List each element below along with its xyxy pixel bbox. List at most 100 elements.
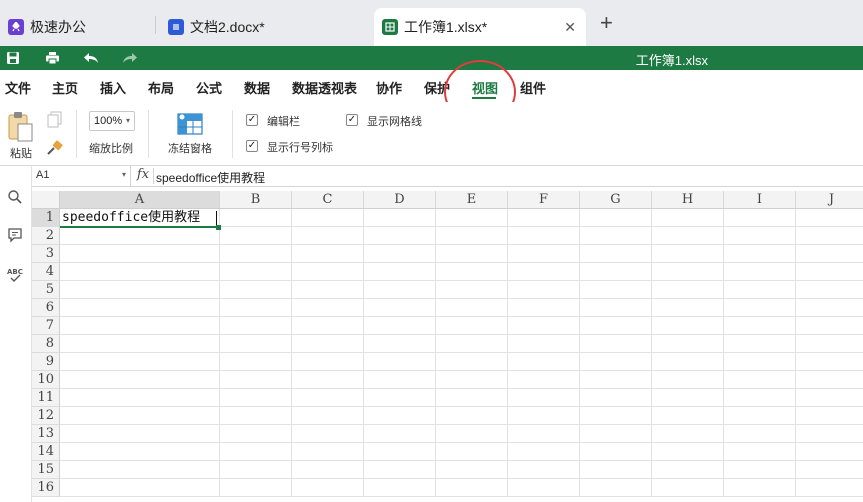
row-header-16[interactable]: 16: [32, 479, 60, 497]
grid-row-line: [60, 478, 863, 479]
row-header-10[interactable]: 10: [32, 371, 60, 389]
tab-divider: [155, 16, 156, 34]
search-icon[interactable]: [4, 186, 26, 208]
column-header-g[interactable]: G: [580, 191, 652, 209]
ribbon-divider: [76, 110, 77, 158]
selected-cell-border: [60, 209, 220, 228]
menu-home[interactable]: 主页: [52, 78, 78, 97]
tab-document[interactable]: 文档2.docx*: [160, 8, 370, 46]
grid-row-line: [60, 370, 863, 371]
row-header-5[interactable]: 5: [32, 281, 60, 299]
name-box-value: A1: [36, 169, 50, 181]
grid-row-line: [60, 334, 863, 335]
ribbon-divider: [232, 110, 233, 158]
zoom-select[interactable]: 100% ▾: [89, 111, 135, 131]
menu-components[interactable]: 组件: [520, 78, 546, 97]
column-header-d[interactable]: D: [364, 191, 436, 209]
menu-insert[interactable]: 插入: [100, 78, 126, 97]
spellcheck-icon[interactable]: ABC: [4, 264, 26, 286]
column-header-b[interactable]: B: [220, 191, 292, 209]
redo-icon[interactable]: [121, 49, 139, 67]
freeze-panes-icon[interactable]: [176, 112, 204, 136]
column-header-h[interactable]: H: [652, 191, 724, 209]
column-header-c[interactable]: C: [292, 191, 364, 209]
side-panel: ABC: [0, 166, 32, 502]
menu-file[interactable]: 文件: [5, 78, 31, 97]
menu-layout[interactable]: 布局: [148, 78, 174, 97]
text-cursor: [216, 211, 217, 226]
title-bar: 工作簿1.xlsx: [0, 46, 863, 70]
grid-column-line: [219, 209, 220, 497]
headings-label: 显示行号列标: [267, 142, 333, 154]
row-header-12[interactable]: 12: [32, 407, 60, 425]
headings-checkbox[interactable]: ✓: [246, 140, 258, 152]
save-icon[interactable]: [4, 49, 22, 67]
grid-row-line: [60, 280, 863, 281]
grid-column-line: [435, 209, 436, 497]
tab-workbook[interactable]: 工作簿1.xlsx* ✕: [374, 8, 586, 46]
row-header-14[interactable]: 14: [32, 443, 60, 461]
row-header-15[interactable]: 15: [32, 461, 60, 479]
menu-data[interactable]: 数据: [244, 78, 270, 97]
grid-column-line: [363, 209, 364, 497]
function-icon[interactable]: fx: [133, 167, 153, 185]
spreadsheet-icon: [382, 19, 398, 35]
row-header-4[interactable]: 4: [32, 263, 60, 281]
row-header-6[interactable]: 6: [32, 299, 60, 317]
grid-column-line: [507, 209, 508, 497]
print-icon[interactable]: [43, 49, 61, 67]
gridlines-label: 显示网格线: [367, 116, 422, 128]
row-header-13[interactable]: 13: [32, 425, 60, 443]
grid-row-line: [60, 316, 863, 317]
column-header-f[interactable]: F: [508, 191, 580, 209]
grid-column-line: [723, 209, 724, 497]
zoom-label: 缩放比例: [89, 143, 133, 155]
formula-bar: A1 ▾ fx speedoffice使用教程: [32, 166, 863, 187]
menu-collaborate[interactable]: 协作: [376, 78, 402, 97]
svg-text:ABC: ABC: [7, 268, 23, 276]
fill-handle[interactable]: [216, 225, 221, 230]
gridlines-checkbox[interactable]: ✓: [346, 114, 358, 126]
paste-label: 粘贴: [10, 148, 32, 160]
zoom-value: 100%: [94, 115, 123, 127]
freeze-panes-label: 冻结窗格: [168, 143, 212, 155]
format-painter-icon[interactable]: [46, 140, 64, 156]
row-header-2[interactable]: 2: [32, 227, 60, 245]
grid-column-line: [291, 209, 292, 497]
menu-formula[interactable]: 公式: [196, 78, 222, 97]
row-header-1[interactable]: 1: [32, 209, 60, 227]
rocket-icon: [8, 19, 24, 35]
copy-icon[interactable]: [47, 111, 63, 129]
column-header-a[interactable]: A: [60, 191, 220, 209]
column-header-e[interactable]: E: [436, 191, 508, 209]
grid-row-line: [60, 460, 863, 461]
menu-pivot-table[interactable]: 数据透视表: [292, 78, 357, 97]
column-header-i[interactable]: I: [724, 191, 796, 209]
tab-label: 极速办公: [30, 19, 86, 35]
row-header-8[interactable]: 8: [32, 335, 60, 353]
add-tab-button[interactable]: +: [600, 12, 613, 34]
column-header-j[interactable]: J: [796, 191, 863, 209]
row-header-9[interactable]: 9: [32, 353, 60, 371]
select-all-corner[interactable]: [32, 191, 60, 209]
tab-speedoffice[interactable]: 极速办公: [0, 8, 150, 46]
row-header-11[interactable]: 11: [32, 389, 60, 407]
formula-input[interactable]: speedoffice使用教程: [156, 169, 265, 186]
menu-bar: 文件 主页 插入 布局 公式 数据 数据透视表 协作 保护 视图 组件: [0, 70, 863, 102]
grid-row-line: [60, 298, 863, 299]
undo-icon[interactable]: [82, 49, 100, 67]
grid-row-line: [60, 406, 863, 407]
paste-icon[interactable]: [6, 110, 34, 142]
spreadsheet-grid[interactable]: ABCDEFGHIJ 1 2 3 4 5 6 7 8 9 10 11 12 13 14 15 16 speed…: [32, 191, 863, 502]
name-box[interactable]: A1 ▾: [32, 166, 131, 186]
tab-bar: 极速办公 文档2.docx* 工作簿1.xlsx* ✕ +: [0, 0, 863, 46]
grid-column-line: [579, 209, 580, 497]
comment-icon[interactable]: [4, 224, 26, 246]
row-header-3[interactable]: 3: [32, 245, 60, 263]
formula-bar-checkbox[interactable]: ✓: [246, 114, 258, 126]
row-header-7[interactable]: 7: [32, 317, 60, 335]
close-icon[interactable]: ✕: [564, 19, 576, 36]
grid-row-line: [60, 262, 863, 263]
ribbon-toolbar: 粘贴 100% ▾ 缩放比例 冻结窗格 ✓ 编辑栏 ✓ 显示行号列标 ✓ 显示网…: [0, 102, 863, 166]
document-title: 工作簿1.xlsx: [635, 53, 708, 68]
